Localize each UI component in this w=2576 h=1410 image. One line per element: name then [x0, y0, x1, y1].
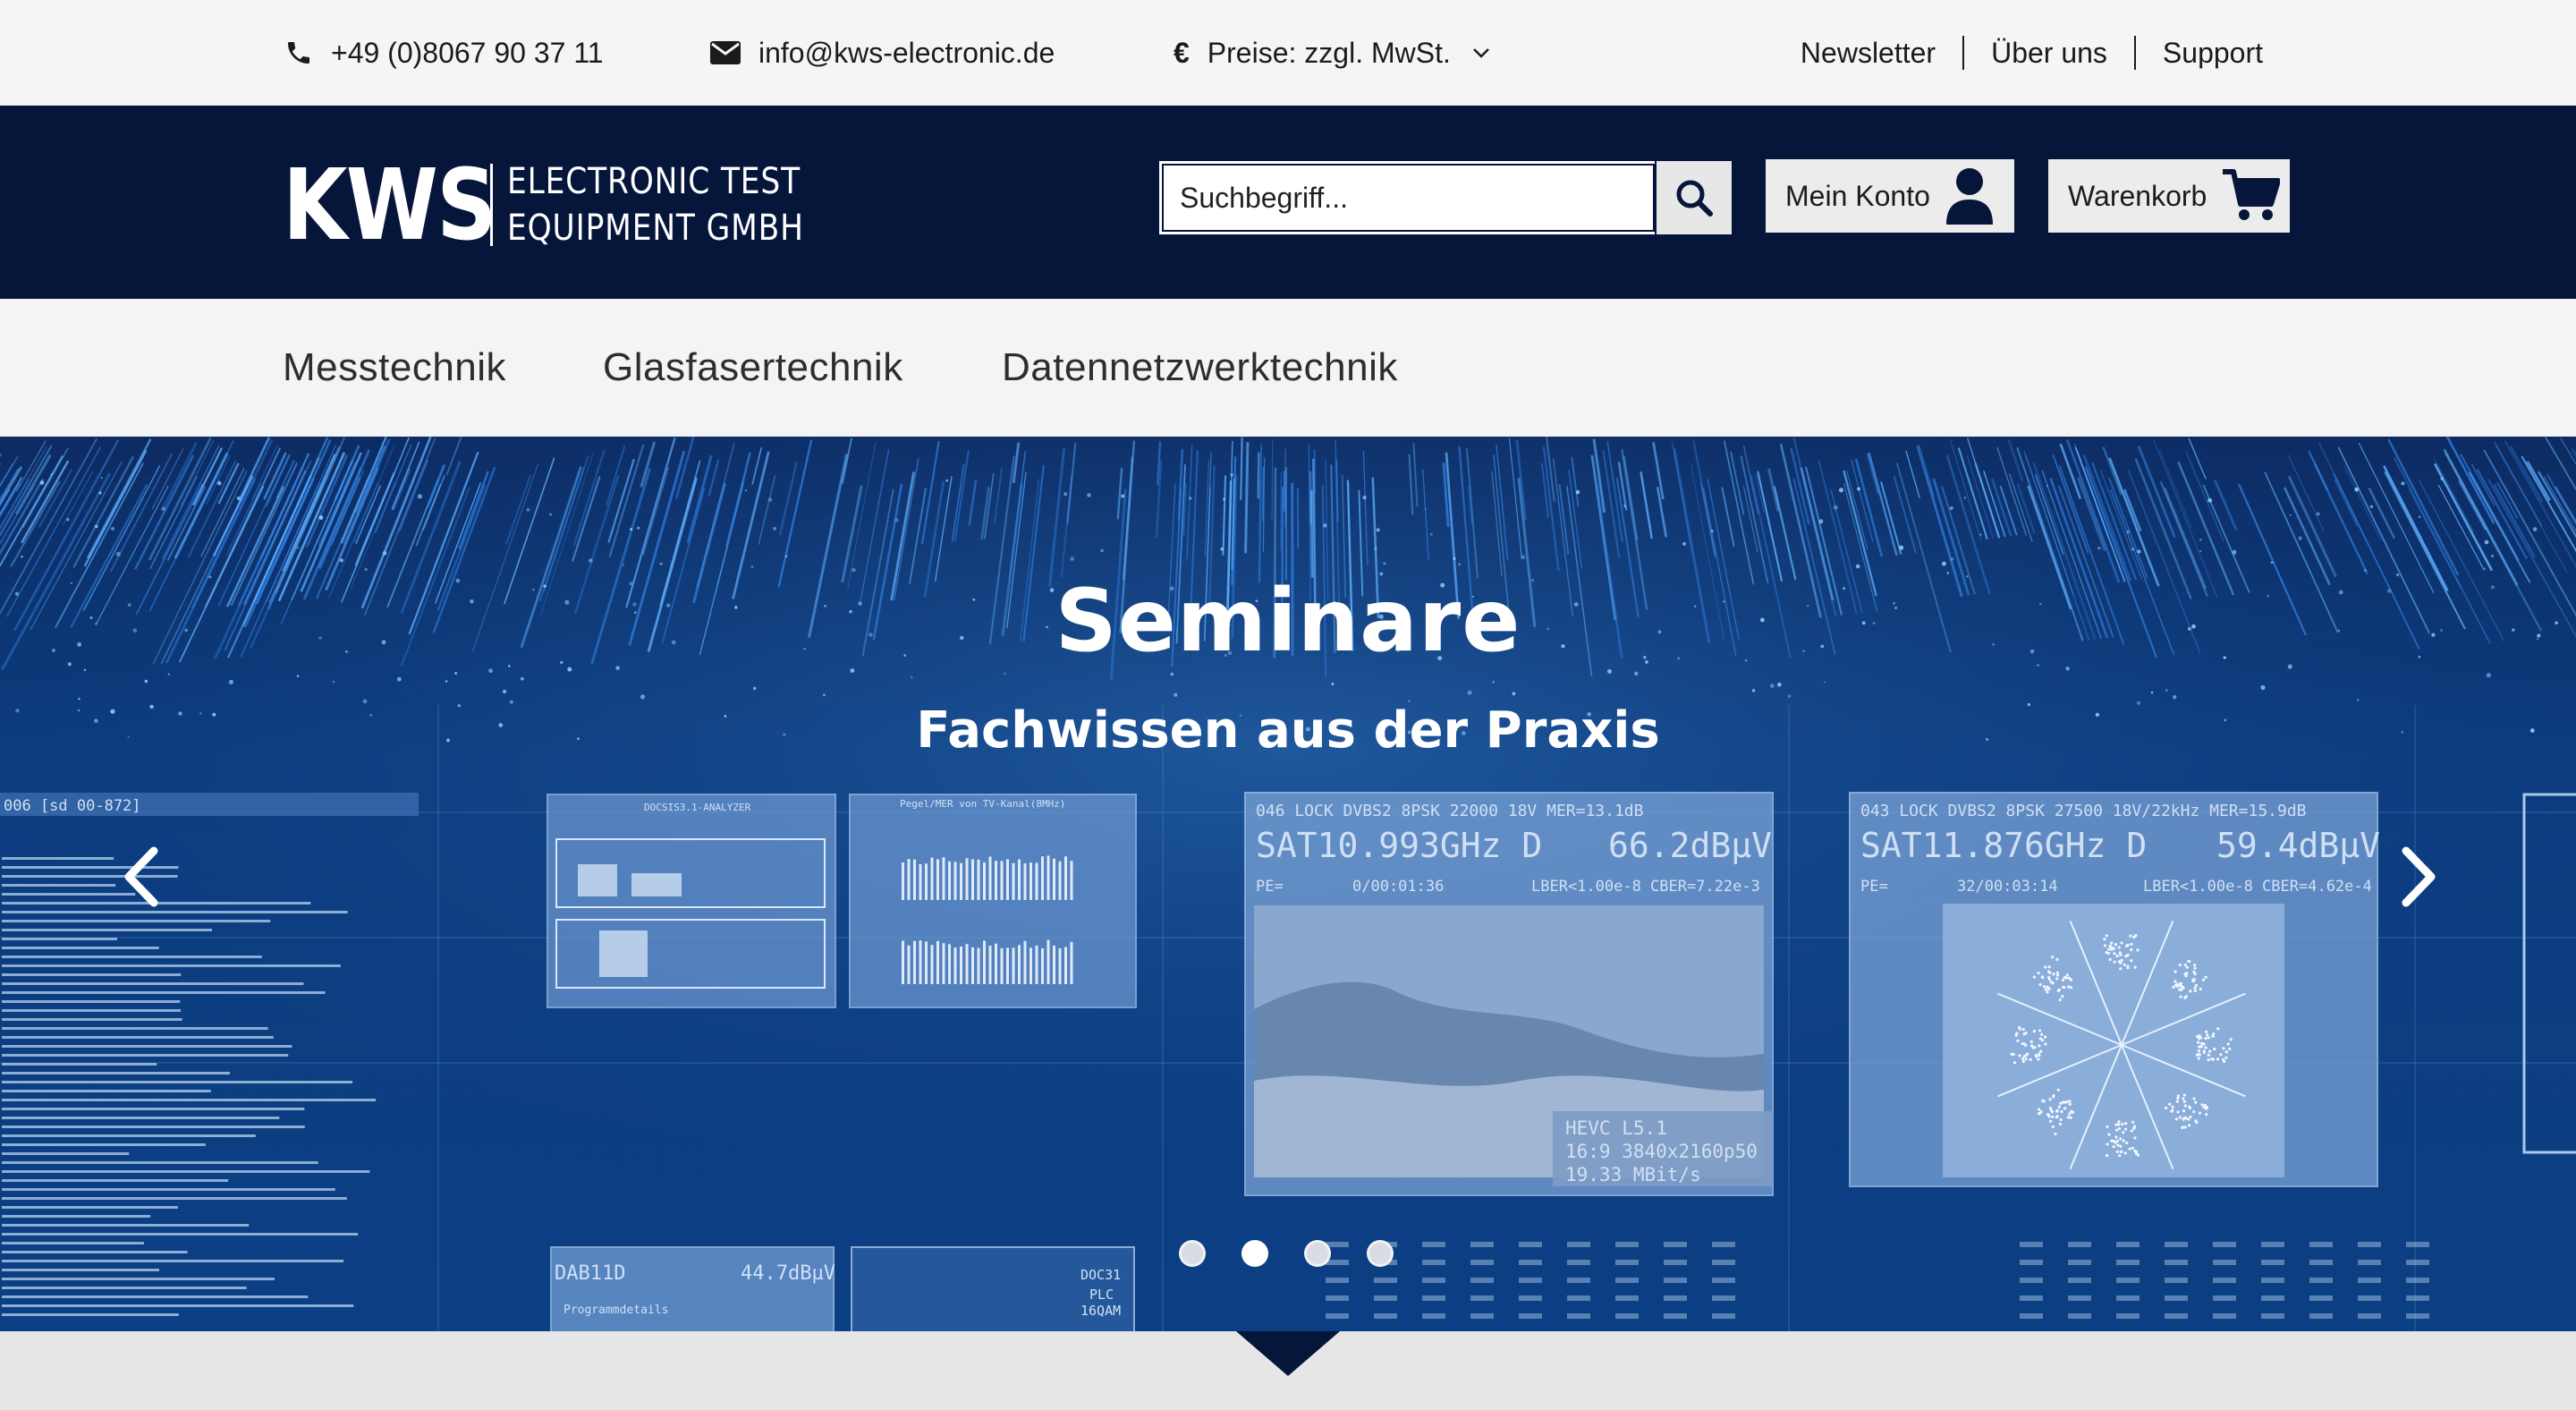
dab-screen: DAB11D 44.7dBµV Programmdetails: [550, 1246, 835, 1331]
nav-item-glasfasertechnik[interactable]: Glasfasertechnik: [603, 299, 903, 437]
logo[interactable]: KWS ELECTRONIC TEST EQUIPMENT GMBH: [283, 156, 852, 254]
divider: [2133, 36, 2136, 70]
search-button[interactable]: [1655, 161, 1732, 234]
price-selector[interactable]: € Preise: zzgl. MwSt.: [1174, 0, 1490, 106]
logo-wordmark: KWS: [283, 148, 497, 262]
main-nav: Messtechnik Glasfasertechnik Datennetzwe…: [0, 299, 2576, 437]
svg-text:32/00:03:14: 32/00:03:14: [1957, 878, 2058, 896]
svg-text:046 LOCK DVBS2 8PSK 22000: 046 LOCK DVBS2 8PSK 22000 18V MER=13.1dB: [1256, 802, 1643, 820]
chevron-left-icon: [124, 846, 158, 907]
support-link[interactable]: Support: [2163, 37, 2263, 70]
code-panel-title: 006 [sd 00-872]: [4, 797, 141, 815]
top-links: Newsletter Über uns Support: [1801, 0, 2263, 106]
pegel-mer-screen: Pegel/MER von TV-Kanal(8MHz): [849, 794, 1137, 1008]
svg-text:16:9 3840x2160p50: 16:9 3840x2160p50: [1565, 1141, 1758, 1162]
hero-slider: 006 [sd 00-872] DOCSIS3.1-ANALYZER Pegel…: [0, 437, 2576, 1331]
svg-text:PE=: PE=: [1256, 878, 1284, 896]
top-bar: +49 (0)8067 90 37 11 info@kws-electronic…: [0, 0, 2576, 106]
slider-next-button[interactable]: [2383, 841, 2454, 913]
slider-dot-2[interactable]: [1241, 1240, 1268, 1267]
svg-text:PLC: PLC: [1089, 1287, 1114, 1303]
phone-contact[interactable]: +49 (0)8067 90 37 11: [284, 0, 604, 106]
docsis-screen: DOC31 PLC 16QAM: [851, 1246, 1135, 1331]
scroll-down-indicator[interactable]: [1236, 1331, 1340, 1376]
svg-text:SAT10.993GHz D: SAT10.993GHz D: [1256, 826, 1542, 865]
nav-item-datennetzwerktechnik[interactable]: Datennetzwerktechnik: [1002, 299, 1398, 437]
svg-text:DAB11D: DAB11D: [555, 1262, 625, 1285]
slider-dot-1[interactable]: [1179, 1240, 1206, 1267]
search-input[interactable]: [1159, 161, 1655, 234]
nav-item-messtechnik[interactable]: Messtechnik: [283, 299, 506, 437]
cart-button[interactable]: Warenkorb: [2048, 159, 2290, 233]
docsis-analyzer-screen: DOCSIS3.1-ANALYZER: [547, 794, 836, 1008]
user-icon: [1945, 168, 1993, 225]
euro-icon: €: [1174, 36, 1190, 69]
divider: [1962, 36, 1965, 70]
cart-label: Warenkorb: [2068, 179, 2207, 212]
logo-line-1: ELECTRONIC TEST: [507, 161, 801, 202]
svg-text:DOCSIS3.1-ANALYZER: DOCSIS3.1-ANALYZER: [644, 802, 751, 813]
phone-number: +49 (0)8067 90 37 11: [331, 36, 604, 69]
slider-dot-4[interactable]: [1367, 1240, 1394, 1267]
slider-dot-3[interactable]: [1304, 1240, 1331, 1267]
search-bar: [1159, 161, 1732, 234]
logo-line-2: EQUIPMENT GMBH: [507, 208, 804, 249]
svg-text:PE=: PE=: [1860, 878, 1888, 896]
account-button[interactable]: Mein Konto: [1766, 159, 2014, 233]
logo-subtitle: ELECTRONIC TEST EQUIPMENT GMBH: [507, 158, 804, 251]
slider-dots: [1179, 1240, 1429, 1267]
svg-text:LBER<1.00e-8 CBER=7.22e-3: LBER<1.00e-8 CBER=7.22e-3: [1531, 878, 1760, 896]
svg-text:19.33 MBit/s: 19.33 MBit/s: [1565, 1164, 1701, 1185]
newsletter-link[interactable]: Newsletter: [1801, 37, 1936, 70]
sat-meter-screen-1: 046 LOCK DVBS2 8PSK 22000 18V MER=13.1dB…: [1244, 792, 1774, 1196]
svg-text:LBER<1.00e-8 CBER=4.62e-4: LBER<1.00e-8 CBER=4.62e-4: [2143, 878, 2372, 896]
svg-text:66.2dBµV: 66.2dBµV: [1608, 826, 1772, 865]
envelope-icon: [710, 41, 741, 64]
slider-prev-button[interactable]: [106, 841, 177, 913]
svg-text:16QAM: 16QAM: [1080, 1303, 1121, 1319]
svg-text:DOC31: DOC31: [1080, 1267, 1121, 1283]
phone-icon: [288, 42, 309, 64]
about-link[interactable]: Über uns: [1991, 37, 2107, 70]
svg-text:0/00:01:36: 0/00:01:36: [1352, 878, 1444, 896]
price-label: Preise: zzgl. MwSt.: [1207, 36, 1451, 69]
svg-text:59.4dBµV: 59.4dBµV: [2216, 826, 2380, 865]
svg-text:Programmdetails: Programmdetails: [564, 1304, 668, 1317]
cart-icon: [2223, 169, 2281, 220]
search-icon: [1676, 180, 1713, 217]
account-label: Mein Konto: [1785, 179, 1930, 212]
svg-text:Pegel/MER von TV-Kanal(8MHz): Pegel/MER von TV-Kanal(8MHz): [900, 798, 1065, 810]
hero-subtitle: Fachwissen aus der Praxis: [916, 701, 1660, 760]
email-contact[interactable]: info@kws-electronic.de: [710, 0, 1055, 106]
site-header: KWS ELECTRONIC TEST EQUIPMENT GMBH Mein …: [0, 106, 2576, 299]
chevron-down-icon: [1472, 48, 1489, 58]
hero-title: Seminare: [1055, 571, 1521, 671]
svg-text:SAT11.876GHz D: SAT11.876GHz D: [1860, 826, 2147, 865]
content-strip: [0, 1331, 2576, 1410]
sat-meter-screen-2: 043 LOCK DVBS2 8PSK 27500 18V/22kHz MER=…: [1849, 792, 2380, 1187]
svg-text:44.7dBµV: 44.7dBµV: [741, 1262, 835, 1285]
chevron-right-icon: [2402, 846, 2436, 907]
svg-text:043 LOCK DVBS2 8PSK 27500 18: 043 LOCK DVBS2 8PSK 27500 18V/22kHz MER=…: [1860, 802, 2307, 820]
email-address: info@kws-electronic.de: [758, 36, 1055, 69]
svg-text:HEVC L5.1: HEVC L5.1: [1565, 1117, 1667, 1139]
